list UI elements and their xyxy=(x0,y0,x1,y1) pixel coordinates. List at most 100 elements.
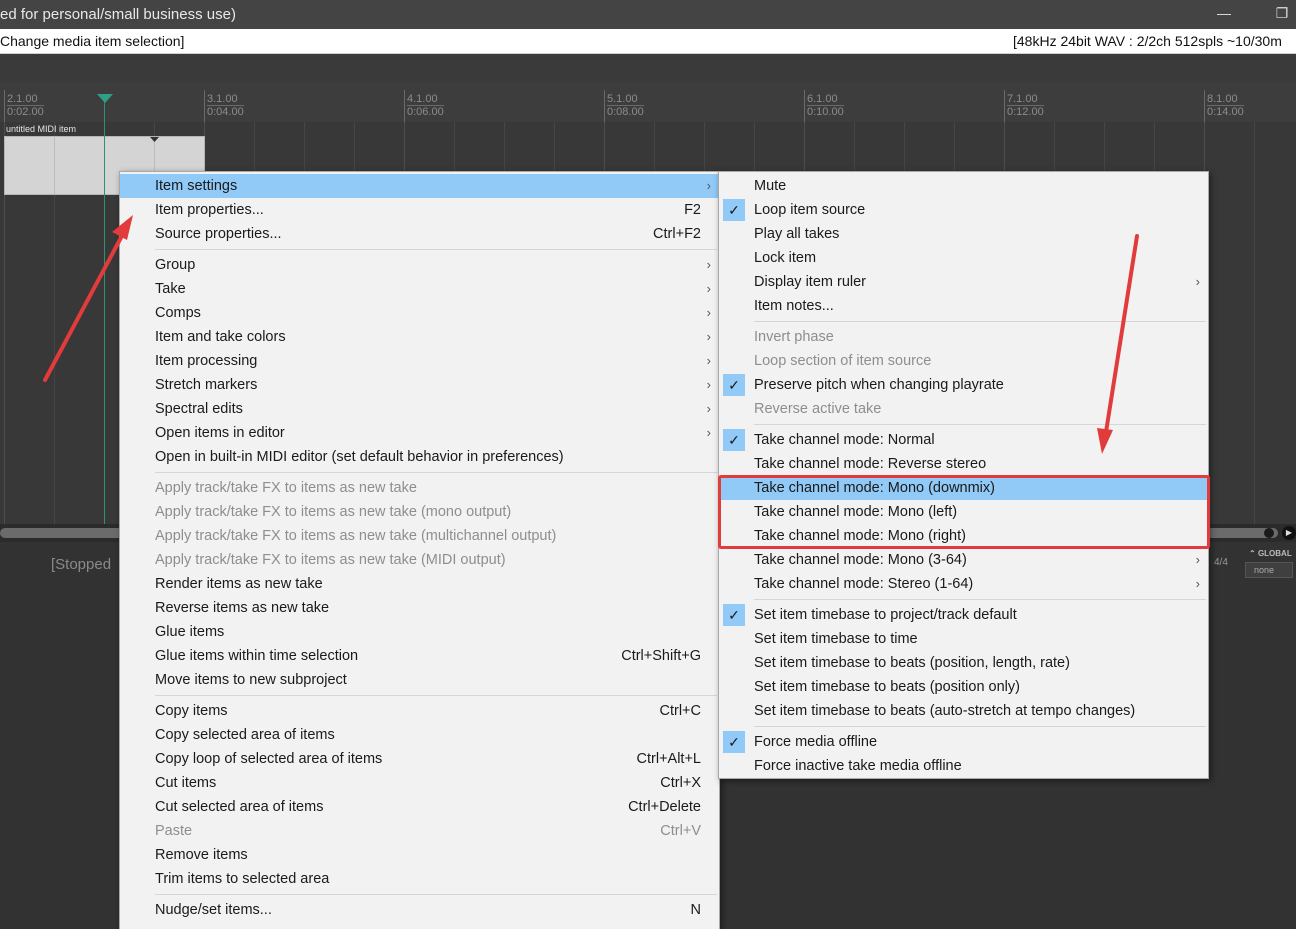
menu-item-group[interactable]: Group › xyxy=(120,253,719,277)
submenu-item-invert-phase: Invert phase xyxy=(754,329,834,345)
checkmark-icon: ✓ xyxy=(723,604,745,626)
menu-item-apply-fx-new-take: Apply track/take FX to items as new take xyxy=(155,480,417,496)
minimize-icon[interactable]: — xyxy=(1216,5,1232,21)
scroll-right-icon[interactable]: ▶ xyxy=(1282,526,1296,540)
submenu-item-timebase-time[interactable]: Set item timebase to time xyxy=(719,627,1208,651)
menu-item-open-items-in-editor[interactable]: Open items in editor › xyxy=(120,421,719,445)
submenu-item-timebase-beats-pos[interactable]: Set item timebase to beats (position onl… xyxy=(719,675,1208,699)
checkmark-icon: ✓ xyxy=(723,199,745,221)
submenu-item-channel-mono-3-64[interactable]: Take channel mode: Mono (3-64) › xyxy=(719,548,1208,572)
status-right: [48kHz 24bit WAV : 2/2ch 512spls ~10/30m xyxy=(1013,33,1282,49)
menu-item-cut-items[interactable]: Cut items Ctrl+X xyxy=(120,771,719,795)
submenu-item-channel-normal[interactable]: ✓ Take channel mode: Normal xyxy=(719,428,1208,452)
status-left: Change media item selection] xyxy=(0,33,185,49)
submenu-item-play-all-takes[interactable]: Play all takes xyxy=(719,222,1208,246)
item-fade-handle-icon[interactable] xyxy=(150,137,159,143)
playhead-cursor[interactable] xyxy=(104,96,105,524)
menu-separator xyxy=(754,321,1206,322)
context-menu: Item settings › Item properties... F2 Sour… xyxy=(119,171,720,929)
submenu-item-timebase-beats-plr[interactable]: Set item timebase to beats (position, le… xyxy=(719,651,1208,675)
submenu-item-force-inactive-offline[interactable]: Force inactive take media offline xyxy=(719,754,1208,778)
chevron-right-icon: › xyxy=(706,401,711,416)
ruler-marker: 5.1.00 0:08.00 xyxy=(607,93,644,118)
annotation-highlight-box xyxy=(718,475,1210,549)
menu-separator xyxy=(155,894,717,895)
global-automation-label[interactable]: ⌃ GLOBAL xyxy=(1249,549,1292,558)
checkmark-icon: ✓ xyxy=(723,731,745,753)
menu-item-remove-items[interactable]: Remove items xyxy=(120,843,719,867)
submenu-item-channel-stereo-1-64[interactable]: Take channel mode: Stereo (1-64) › xyxy=(719,572,1208,596)
menu-item-item-settings[interactable]: Item settings › xyxy=(120,174,719,198)
submenu-item-mute[interactable]: Mute xyxy=(719,174,1208,198)
time-signature[interactable]: 4/4 xyxy=(1214,557,1228,568)
menu-item-nudge-set[interactable]: Nudge/set items... N xyxy=(120,898,719,922)
chevron-right-icon: › xyxy=(706,305,711,320)
checkmark-icon: ✓ xyxy=(723,374,745,396)
chevron-right-icon: › xyxy=(706,353,711,368)
menu-separator xyxy=(754,424,1206,425)
menu-separator xyxy=(754,599,1206,600)
submenu-item-channel-reverse-stereo[interactable]: Take channel mode: Reverse stereo xyxy=(719,452,1208,476)
chevron-right-icon: › xyxy=(1195,274,1200,289)
menu-separator xyxy=(155,695,717,696)
submenu-item-item-notes[interactable]: Item notes... xyxy=(719,294,1208,318)
menu-item-paste: Paste Ctrl+V xyxy=(155,823,701,839)
ruler-marker: 8.1.00 0:14.00 xyxy=(1207,93,1244,118)
midi-item-label: untitled MIDI item xyxy=(6,124,77,134)
menu-item-take[interactable]: Take › xyxy=(120,277,719,301)
menu-item-spectral-edits[interactable]: Spectral edits › xyxy=(120,397,719,421)
submenu-item-lock-item[interactable]: Lock item xyxy=(719,246,1208,270)
menu-item-render-new-take[interactable]: Render items as new take xyxy=(120,572,719,596)
ruler-marker: 7.1.00 0:12.00 xyxy=(1007,93,1044,118)
chevron-right-icon: › xyxy=(706,178,711,193)
toolbar-strip xyxy=(0,54,1296,82)
submenu-item-timebase-beats-auto[interactable]: Set item timebase to beats (auto-stretch… xyxy=(719,699,1208,723)
submenu-item-timebase-default[interactable]: ✓ Set item timebase to project/track defa… xyxy=(719,603,1208,627)
menu-item-cut-selected-area[interactable]: Cut selected area of items Ctrl+Delete xyxy=(120,795,719,819)
chevron-right-icon: › xyxy=(1195,552,1200,567)
menu-item-item-properties[interactable]: Item properties... F2 xyxy=(120,198,719,222)
submenu-item-force-offline[interactable]: ✓ Force media offline xyxy=(719,730,1208,754)
playhead-marker-icon[interactable] xyxy=(97,94,113,103)
menu-item-apply-fx-mono: Apply track/take FX to items as new take… xyxy=(155,504,512,520)
restore-window-icon[interactable]: ❐ xyxy=(1274,5,1290,21)
chevron-right-icon: › xyxy=(706,377,711,392)
menu-item-item-processing[interactable]: Item processing › xyxy=(120,349,719,373)
menu-item-glue-items[interactable]: Glue items xyxy=(120,620,719,644)
menu-item-copy-selected-area[interactable]: Copy selected area of items xyxy=(120,723,719,747)
menu-item-open-midi-editor[interactable]: Open in built-in MIDI editor (set defaul… xyxy=(120,445,719,469)
timeline-ruler[interactable]: 2.1.00 0:02.00 3.1.00 0:04.00 4.1.00 0:06.0… xyxy=(0,82,1296,122)
scroll-end-button[interactable] xyxy=(1264,528,1274,538)
submenu-item-loop-section: Loop section of item source xyxy=(754,353,932,369)
chevron-right-icon: › xyxy=(706,281,711,296)
submenu-item-reverse-take: Reverse active take xyxy=(754,401,882,417)
chevron-right-icon: › xyxy=(1195,576,1200,591)
menu-item-glue-within-selection[interactable]: Glue items within time selection Ctrl+Shi… xyxy=(120,644,719,668)
menu-item-reverse-new-take[interactable]: Reverse items as new take xyxy=(120,596,719,620)
submenu-item-loop-source[interactable]: ✓ Loop item source xyxy=(719,198,1208,222)
chevron-right-icon: › xyxy=(706,329,711,344)
menu-item-copy-loop[interactable]: Copy loop of selected area of items Ctrl+… xyxy=(120,747,719,771)
menu-separator xyxy=(754,726,1206,727)
menu-item-source-properties[interactable]: Source properties... Ctrl+F2 xyxy=(120,222,719,246)
ruler-marker: 4.1.00 0:06.00 xyxy=(407,93,444,118)
submenu-item-display-ruler[interactable]: Display item ruler › xyxy=(719,270,1208,294)
menu-item-apply-fx-multichannel: Apply track/take FX to items as new take… xyxy=(155,528,557,544)
menu-item-stretch-markers[interactable]: Stretch markers › xyxy=(120,373,719,397)
menu-item-comps[interactable]: Comps › xyxy=(120,301,719,325)
title-bar: ed for personal/small business use) — ❐ xyxy=(0,0,1296,29)
menu-item-move-to-subproject[interactable]: Move items to new subproject xyxy=(120,668,719,692)
menu-separator xyxy=(155,249,717,250)
window-title: ed for personal/small business use) xyxy=(0,6,236,23)
ruler-marker: 3.1.00 0:04.00 xyxy=(207,93,244,118)
menu-separator xyxy=(155,472,717,473)
submenu-item-preserve-pitch[interactable]: ✓ Preserve pitch when changing playrate xyxy=(719,373,1208,397)
menu-item-copy-items[interactable]: Copy items Ctrl+C xyxy=(120,699,719,723)
chevron-right-icon: › xyxy=(706,425,711,440)
chevron-right-icon: › xyxy=(706,257,711,272)
menu-item-trim-items[interactable]: Trim items to selected area xyxy=(120,867,719,891)
menu-item-apply-fx-midi: Apply track/take FX to items as new take… xyxy=(155,552,506,568)
menu-item-item-and-take-colors[interactable]: Item and take colors › xyxy=(120,325,719,349)
transport-status: [Stopped xyxy=(51,556,112,573)
automation-mode-select[interactable]: none xyxy=(1245,562,1293,578)
